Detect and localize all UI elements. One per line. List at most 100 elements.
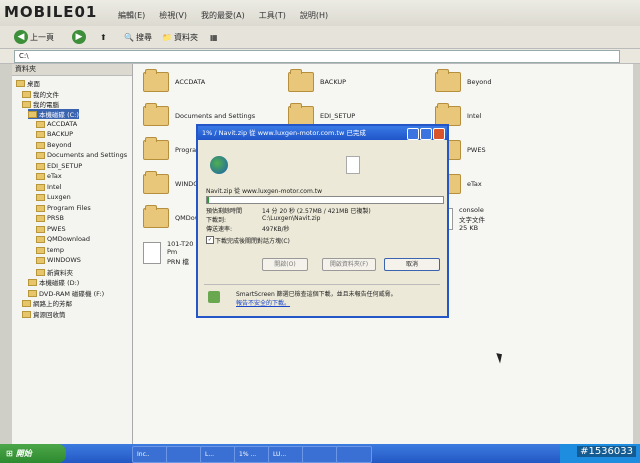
tree-item-folder[interactable]: BACKUP [36,130,73,138]
tree-item-folder[interactable]: PWES [36,225,66,233]
folder-icon [143,205,169,228]
close-on-complete-label: 下載完成後關閉對話方塊(C) [215,238,290,245]
taskbar-item[interactable]: L... [200,446,236,463]
taskbar-item[interactable] [302,446,338,463]
tree-item-dvd-drive[interactable]: DVD-RAM 磁碟機 (F:) [28,288,104,298]
taskbar-item[interactable] [166,446,202,463]
tree-item-folder[interactable]: temp [36,246,64,254]
maximize-button[interactable] [420,128,432,140]
folder-item[interactable]: EDI_SETUP [288,103,355,126]
close-button[interactable] [433,128,445,140]
folder-item[interactable]: BACKUP [288,69,346,92]
tree-item-drive-d[interactable]: 本機磁碟 (D:) [28,277,79,287]
folder-item[interactable]: ACCDATA [143,69,205,92]
recycle-bin-icon [22,310,31,318]
tree-item-my-documents[interactable]: 我的文件 [22,89,59,99]
views-button[interactable]: ▦ [210,29,218,45]
folder-icon [36,214,45,222]
network-icon [22,299,31,307]
forward-arrow-icon: ▶ [72,30,86,44]
tree-item-my-computer[interactable]: 我的電腦 [22,99,59,109]
computer-icon [22,100,31,108]
watermark-logo: MOBILE01 [4,3,98,21]
close-on-complete-checkbox[interactable]: ✓ [206,236,214,244]
tree-item-recycle-bin[interactable]: 資源回收筒 [22,309,66,319]
menu-favorites[interactable]: 我的最愛(A) [201,10,245,21]
up-button[interactable]: ⬆ [100,29,107,45]
tree-item-folder[interactable]: eTax [36,172,62,180]
folder-icon [143,137,169,160]
folder-icon [36,141,45,149]
folder-icon [36,193,45,201]
tree-item-folder[interactable]: 新資料夾 [36,267,73,277]
folder-icon [435,103,461,126]
folder-icon [288,103,314,126]
search-button[interactable]: 🔍 搜尋 [124,29,152,45]
menu-help[interactable]: 說明(H) [300,10,328,21]
tree-item-folder[interactable]: Intel [36,183,61,191]
folder-item[interactable]: Program [143,137,202,160]
menu-edit[interactable]: 編輯(E) [118,10,145,21]
folder-icon [36,172,45,180]
folder-icon [36,162,45,170]
address-input[interactable]: C:\ [14,50,620,63]
folder-item[interactable]: Beyond [435,69,492,92]
folder-item[interactable]: WINDO [143,171,198,194]
tree-item-network[interactable]: 網路上的芳鄰 [22,298,72,308]
back-button[interactable]: ◀ 上一頁 [14,29,54,45]
dialog-footer: SmartScreen 篩選已檢查這個下載，並且未報告任何威脅。 報告不安全的下… [204,284,440,311]
drive-icon [28,110,37,118]
drive-icon [28,278,37,286]
forward-button[interactable]: ▶ [72,29,86,45]
open-button[interactable]: 開啟(O) [262,258,308,271]
prn-file-item[interactable]: 101-T20 Pm PRN 檔 [143,240,193,266]
taskbar-item[interactable]: 1% ... [234,446,270,463]
open-folder-button[interactable]: 開啟資料夾(F) [322,258,376,271]
tree-item-folder[interactable]: Luxgen [36,193,71,201]
folder-item[interactable]: Documents and Settings [143,103,255,126]
folder-icon [36,204,45,212]
taskbar: ⊞ 開始 Inc.. L... 1% ... LU... [0,444,640,463]
tree-item-folder[interactable]: Documents and Settings [36,151,127,159]
menu-tools[interactable]: 工具(T) [259,10,286,21]
tree-item-folder[interactable]: Beyond [36,141,72,149]
taskbar-item[interactable] [336,446,372,463]
folder-tree: 資料夾 桌面 我的文件 我的電腦 本機磁碟 (C:) ACCDATA BACKU… [12,64,133,444]
folder-icon [22,90,31,98]
value-time-left: 14 分 20 秒 (2.57MB / 421MB 已複製) [262,208,371,215]
watermark-id: #1536033 [577,446,636,457]
folder-icon [36,246,45,254]
tree-item-folder[interactable]: Program Files [36,204,91,212]
tree-item-folder[interactable]: EDI_SETUP [36,162,82,170]
minimize-button[interactable] [407,128,419,140]
tree-header: 資料夾 [12,64,132,76]
folder-icon [36,268,45,276]
dialog-title: 1% / Navit.zip 從 www.luxgen-motor.com.tw… [198,126,447,140]
taskbar-item[interactable]: Inc.. [132,446,168,463]
folders-button[interactable]: 📁 資料夾 [162,29,198,45]
tree-item-desktop[interactable]: 桌面 [16,78,40,88]
folder-icon [143,171,169,194]
cancel-button[interactable]: 取消 [384,258,440,271]
folder-item[interactable]: QMDow [143,205,200,228]
label-time-left: 預估剩餘時間 [206,208,243,215]
view-grid-icon: ▦ [210,32,218,42]
menu-view[interactable]: 檢視(V) [159,10,187,21]
report-unsafe-link[interactable]: 報告不安全的下載。 [236,298,290,307]
tree-item-folder[interactable]: PRSB [36,214,64,222]
tree-item-folder[interactable]: ACCDATA [36,120,77,128]
tree-item-folder[interactable]: WINDOWS [36,256,81,264]
file-transfer-icon [346,156,360,174]
folder-item[interactable]: Intel [435,103,481,126]
tree-item-folder[interactable]: QMDownload [36,235,90,243]
start-button[interactable]: ⊞ 開始 [0,444,66,463]
folder-icon [143,69,169,92]
tree-item-drive-c[interactable]: 本機磁碟 (C:) [28,109,79,119]
menu-bar: 編輯(E) 檢視(V) 我的最愛(A) 工具(T) 說明(H) [118,10,328,21]
folder-icon: 📁 [162,32,172,42]
window-top-area: MOBILE01 編輯(E) 檢視(V) 我的最愛(A) 工具(T) 說明(H) [0,0,640,26]
download-source: Navit.zip 從 www.luxgen-motor.com.tw [206,188,322,195]
taskbar-item[interactable]: LU... [268,446,304,463]
folder-icon [36,151,45,159]
smartscreen-text: SmartScreen 篩選已檢查這個下載，並且未報告任何威脅。 [236,291,397,298]
